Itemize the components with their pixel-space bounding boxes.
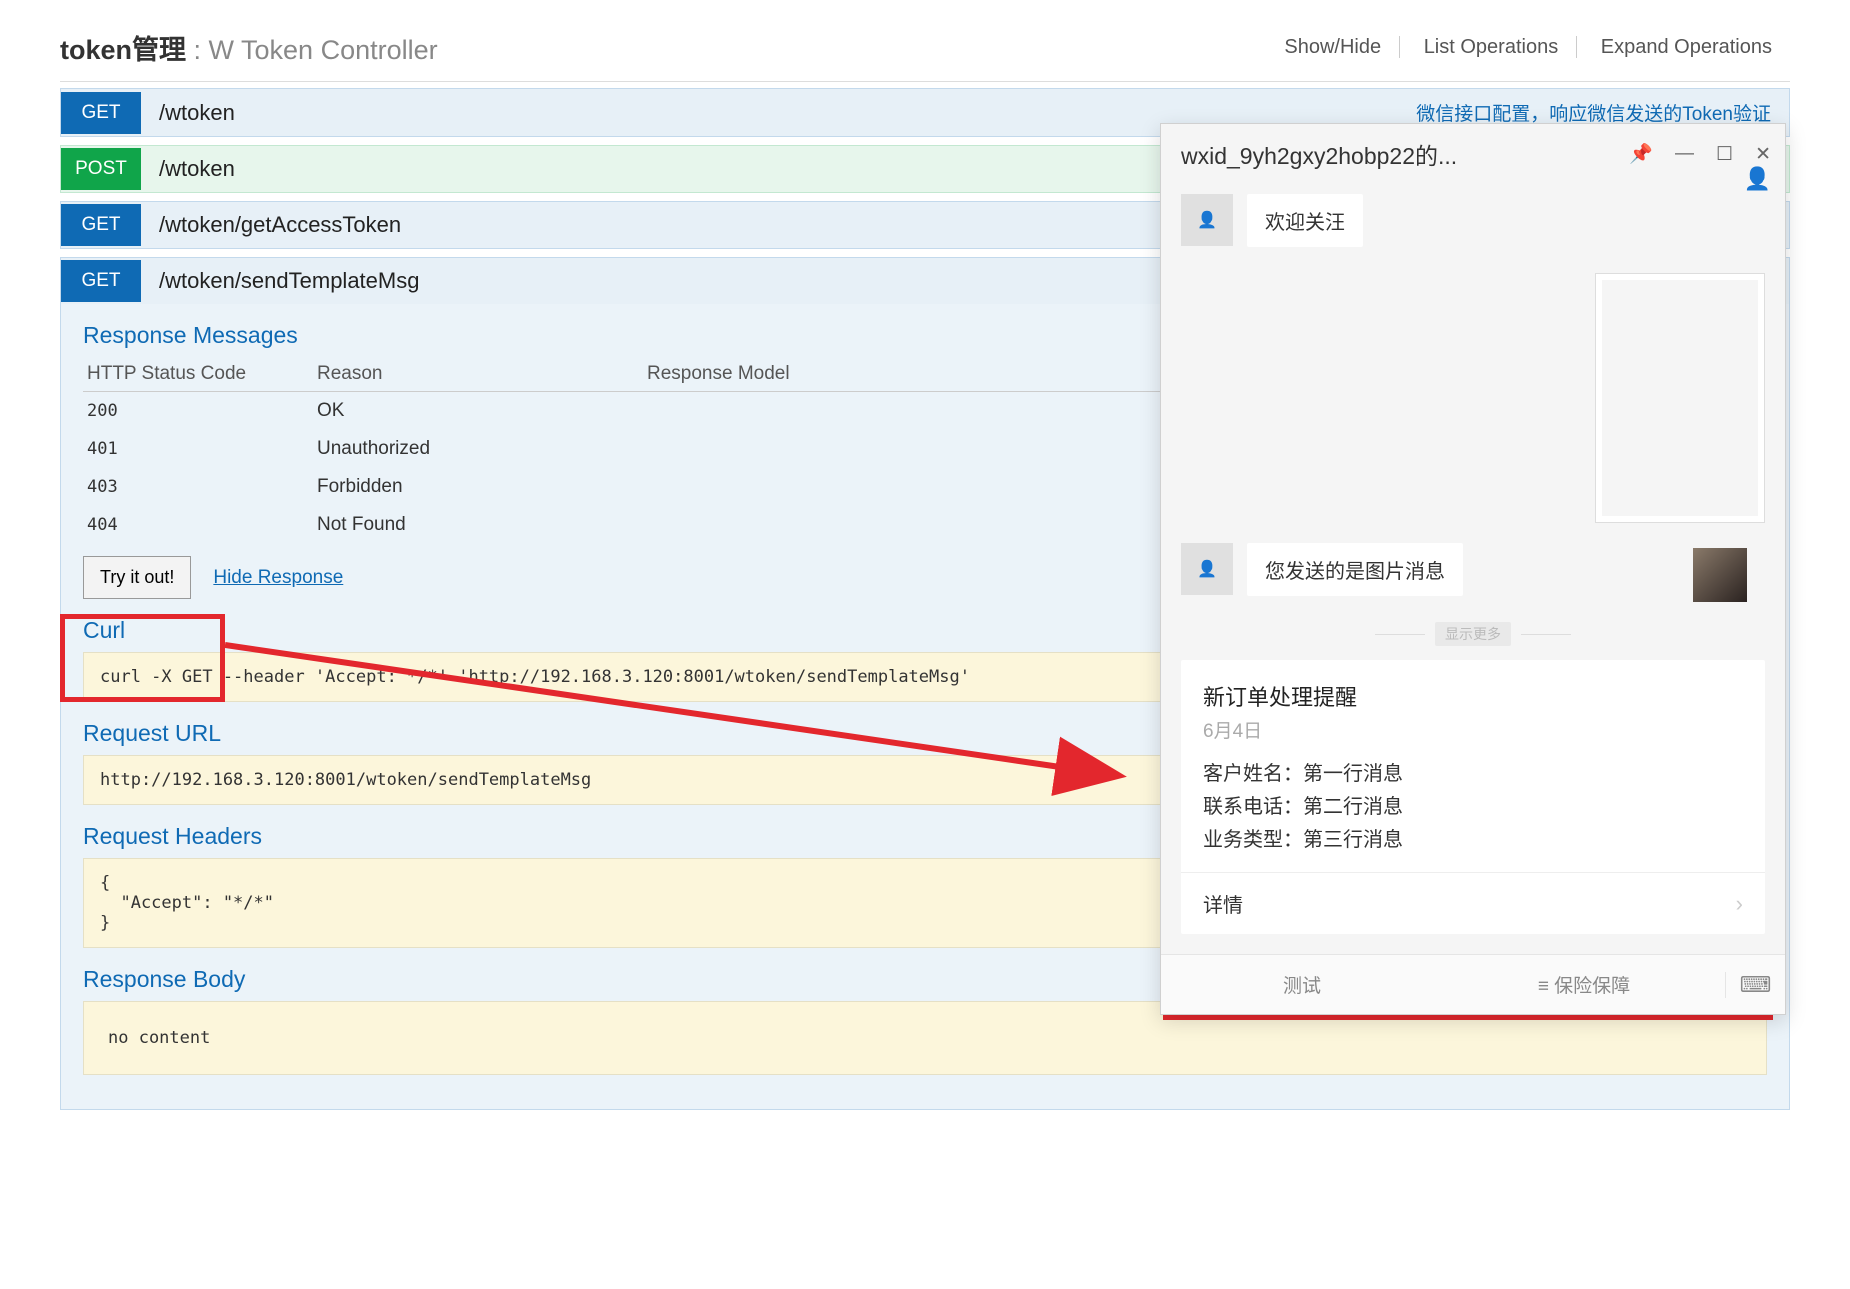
card-date: 6月4日	[1203, 716, 1743, 743]
chevron-right-icon: ›	[1736, 891, 1743, 917]
chat-message: 👤 欢迎关汪	[1181, 194, 1765, 247]
card-row: 客户姓名：第一行消息	[1203, 757, 1743, 786]
card-row: 业务类型：第三行消息	[1203, 823, 1743, 852]
pin-icon[interactable]: 📌	[1629, 142, 1653, 166]
minimize-icon[interactable]: —	[1675, 143, 1694, 165]
hide-response-link[interactable]: Hide Response	[213, 567, 343, 589]
tag-name: token管理	[60, 35, 186, 65]
wechat-title: wxid_9yh2gxy2hobp22的...	[1181, 137, 1457, 171]
avatar[interactable]: 👤	[1181, 194, 1233, 246]
chat-divider: 显示更多	[1181, 622, 1765, 646]
expand-operations-link[interactable]: Expand Operations	[1583, 36, 1790, 58]
card-title: 新订单处理提醒	[1203, 680, 1743, 712]
user-icon[interactable]: 👤	[1744, 166, 1771, 192]
list-operations-link[interactable]: List Operations	[1406, 36, 1578, 58]
close-icon[interactable]: ✕	[1755, 143, 1771, 166]
wechat-tab[interactable]: 测试	[1161, 971, 1443, 998]
wechat-titlebar[interactable]: wxid_9yh2gxy2hobp22的... 📌 — ☐ ✕	[1161, 124, 1785, 180]
template-message-card[interactable]: 新订单处理提醒 6月4日 客户姓名：第一行消息 联系电话：第二行消息 业务类型：…	[1181, 660, 1765, 934]
wechat-tab[interactable]: ≡ 保险保障	[1443, 971, 1725, 998]
avatar[interactable]: 👤	[1181, 543, 1233, 595]
wechat-window: wxid_9yh2gxy2hobp22的... 📌 — ☐ ✕ 👤 👤 欢迎关汪…	[1160, 123, 1786, 1015]
message-bubble: 欢迎关汪	[1247, 194, 1363, 247]
card-footer-label: 详情	[1203, 889, 1243, 918]
show-hide-link[interactable]: Show/Hide	[1266, 36, 1400, 58]
col-reason: Reason	[313, 357, 643, 392]
http-method-badge: GET	[61, 92, 141, 134]
http-method-badge: GET	[61, 204, 141, 246]
col-http-status: HTTP Status Code	[83, 357, 313, 392]
message-bubble: 您发送的是图片消息	[1247, 543, 1463, 596]
section-header: token管理 : W Token Controller Show/Hide L…	[60, 20, 1790, 82]
http-method-badge: POST	[61, 148, 141, 190]
avatar[interactable]	[1693, 548, 1747, 602]
section-title[interactable]: token管理 : W Token Controller	[60, 28, 438, 67]
try-it-out-button[interactable]: Try it out!	[83, 556, 191, 599]
image-message[interactable]	[1595, 273, 1765, 523]
controller-name: W Token Controller	[209, 35, 438, 65]
keyboard-icon[interactable]: ⌨	[1725, 972, 1785, 998]
card-row: 联系电话：第二行消息	[1203, 790, 1743, 819]
wechat-bottom-bar: 测试 ≡ 保险保障 ⌨	[1161, 954, 1785, 1014]
card-footer[interactable]: 详情 ›	[1181, 872, 1765, 934]
http-method-badge: GET	[61, 260, 141, 302]
maximize-icon[interactable]: ☐	[1716, 143, 1733, 166]
chat-message: 👤 您发送的是图片消息	[1181, 543, 1765, 596]
